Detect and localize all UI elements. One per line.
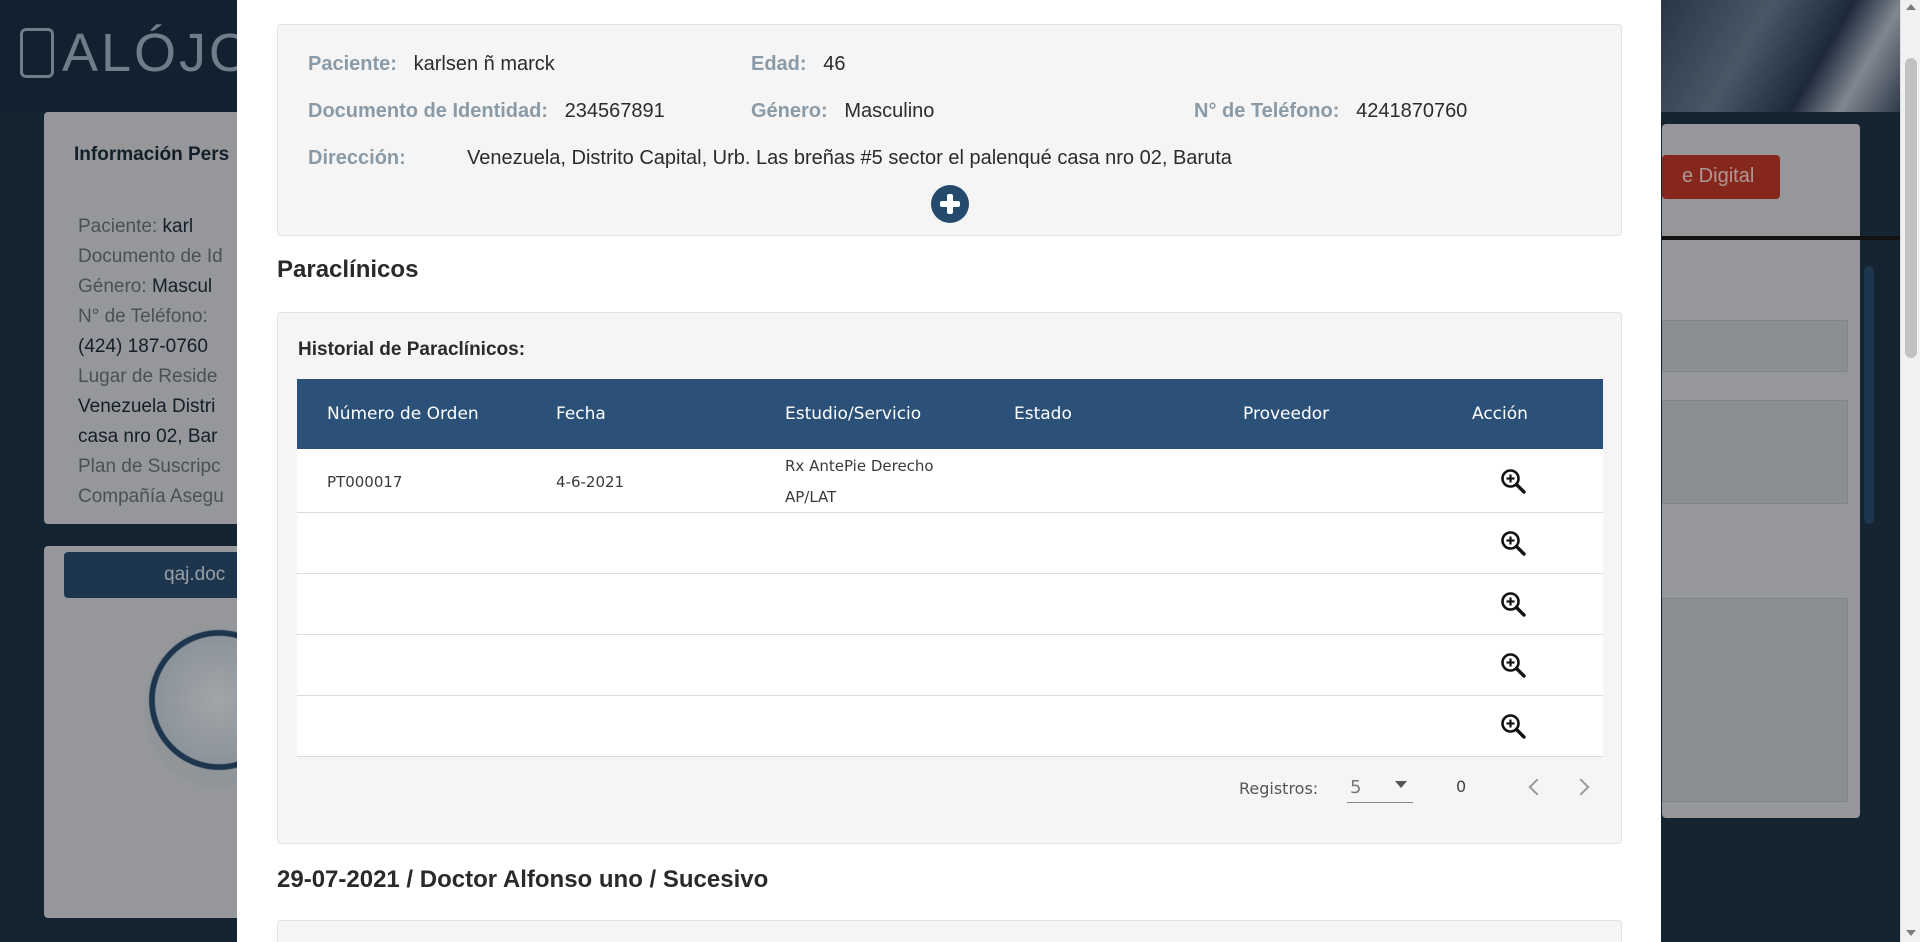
chevron-down-icon (1395, 781, 1407, 788)
gender-field: Género: Masculino (751, 100, 934, 123)
scroll-up-icon[interactable] (1906, 4, 1916, 10)
table-row: PT000017 4-6-2021 Rx AntePie Derecho AP/… (297, 449, 1603, 513)
records-count: 0 (1456, 777, 1467, 796)
add-circle-icon[interactable] (931, 185, 969, 223)
patient-value: karlsen ñ marck (413, 53, 555, 75)
age-value: 46 (823, 53, 846, 75)
medical-history-modal: Paciente: karlsen ñ marck Edad: 46 Docum… (237, 0, 1661, 942)
address-value: Venezuela, Distrito Capital, Urb. Las br… (467, 147, 1232, 169)
address-label: Dirección: (308, 147, 406, 169)
document-value: 234567891 (564, 100, 665, 122)
age-field: Edad: 46 (751, 53, 845, 76)
zoom-in-icon[interactable] (1500, 591, 1526, 617)
table-header: Número de Orden Fecha Estudio/Servicio E… (297, 379, 1603, 449)
gender-value: Masculino (844, 100, 935, 122)
order-date: 4-6-2021 (556, 473, 625, 491)
section-title-paraclinicos: Paraclínicos (277, 256, 419, 283)
phone-field: N° de Teléfono: 4241870760 (1194, 100, 1467, 123)
column-header[interactable]: Acción (1472, 404, 1528, 424)
scrollbar-thumb[interactable] (1905, 58, 1917, 358)
records-label: Registros: (1239, 779, 1319, 798)
phone-value: 4241870760 (1356, 100, 1468, 122)
document-label: Documento de Identidad: (308, 100, 548, 122)
patient-summary: Paciente: karlsen ñ marck Edad: 46 Docum… (277, 24, 1622, 236)
order-number: PT000017 (327, 473, 403, 491)
column-header[interactable]: Fecha (556, 404, 606, 424)
gender-label: Género: (751, 100, 828, 122)
address-field: Dirección: (308, 147, 406, 170)
address-value-wrap: Venezuela, Distrito Capital, Urb. Las br… (467, 147, 1232, 170)
page-size-value: 5 (1350, 777, 1362, 798)
consultation-box (277, 920, 1622, 942)
column-header[interactable]: Número de Orden (327, 404, 479, 424)
column-header[interactable]: Estado (1014, 404, 1072, 424)
paraclinicos-history-box: Historial de Paraclínicos: Número de Ord… (277, 312, 1622, 844)
page-size-select[interactable]: 5 (1347, 773, 1413, 803)
table-row (297, 696, 1603, 757)
consultation-title: 29-07-2021 / Doctor Alfonso uno / Sucesi… (277, 866, 769, 893)
column-header[interactable]: Estudio/Servicio (785, 404, 921, 424)
zoom-in-icon[interactable] (1500, 530, 1526, 556)
age-label: Edad: (751, 53, 807, 75)
previous-page-icon[interactable] (1523, 777, 1545, 799)
document-field: Documento de Identidad: 234567891 (308, 100, 665, 123)
history-title: Historial de Paraclínicos: (298, 339, 526, 360)
study-line: Rx AntePie Derecho (785, 457, 934, 475)
column-header[interactable]: Proveedor (1243, 404, 1329, 424)
paraclinicos-table: Número de Orden Fecha Estudio/Servicio E… (297, 379, 1603, 757)
patient-label: Paciente: (308, 53, 397, 75)
page-scrollbar[interactable] (1900, 0, 1920, 942)
next-page-icon[interactable] (1573, 777, 1595, 799)
zoom-in-icon[interactable] (1500, 713, 1526, 739)
scroll-down-icon[interactable] (1906, 930, 1916, 936)
zoom-in-icon[interactable] (1500, 468, 1526, 494)
table-row (297, 574, 1603, 635)
table-row (297, 513, 1603, 574)
table-pagination: Registros: 5 0 (297, 759, 1603, 819)
study-service: Rx AntePie Derecho AP/LAT (785, 451, 934, 513)
patient-field: Paciente: karlsen ñ marck (308, 53, 555, 76)
zoom-in-icon[interactable] (1500, 652, 1526, 678)
table-row (297, 635, 1603, 696)
study-line: AP/LAT (785, 488, 837, 506)
phone-label: N° de Teléfono: (1194, 100, 1340, 122)
